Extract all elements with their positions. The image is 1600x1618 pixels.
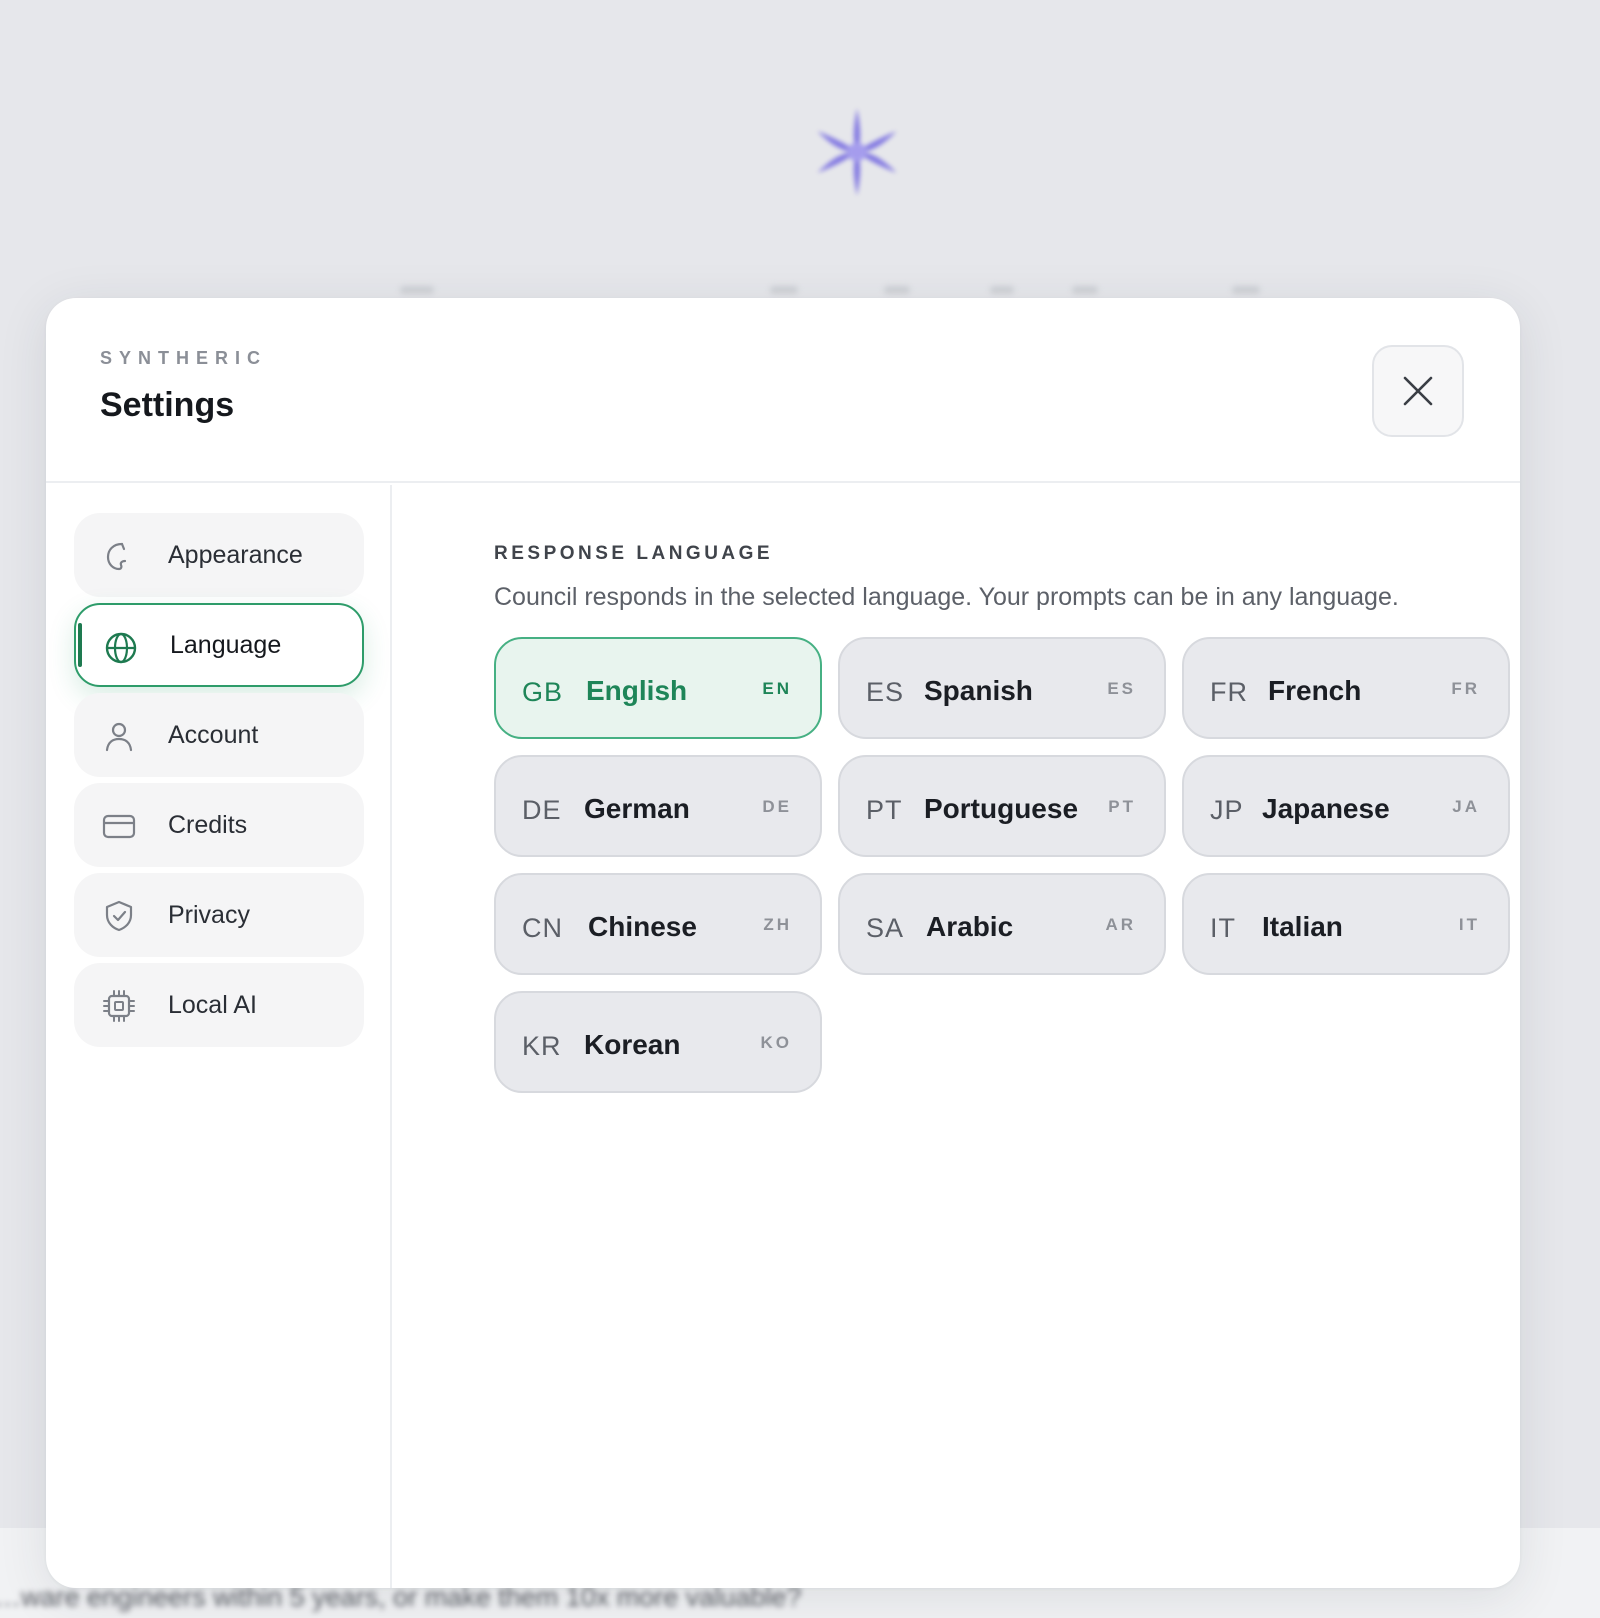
language-name: French <box>1268 675 1362 706</box>
language-option-arabic[interactable]: SA Arabic AR <box>838 873 1166 975</box>
sidebar-item-local-ai[interactable]: Local AI <box>74 963 364 1047</box>
language-option-japanese[interactable]: JP Japanese JA <box>1182 755 1510 857</box>
language-option-german[interactable]: DE German DE <box>494 755 822 857</box>
language-option-korean[interactable]: KR Korean KO <box>494 991 822 1093</box>
language-name: Italian <box>1262 911 1343 942</box>
shield-check-icon <box>105 900 133 932</box>
sidebar-item-appearance[interactable]: Appearance <box>74 513 364 597</box>
flag-label: PT <box>866 795 903 825</box>
close-button[interactable] <box>1372 345 1464 437</box>
language-code: IT <box>1458 915 1480 934</box>
sidebar-item-label: Privacy <box>168 900 250 929</box>
flag-label: KR <box>522 1031 562 1061</box>
flag-label: JP <box>1210 795 1244 825</box>
flag-label: CN <box>522 913 563 943</box>
section-description: Council responds in the selected languag… <box>494 583 1399 611</box>
language-option-chinese[interactable]: CN Chinese ZH <box>494 873 822 975</box>
sidebar-item-language[interactable]: Language <box>74 603 364 687</box>
brand-label: SYNTHERIC <box>100 348 268 368</box>
sidebar-item-label: Credits <box>168 810 248 839</box>
background-placeholder-row <box>0 286 1600 294</box>
language-name: German <box>584 793 690 824</box>
language-name: Arabic <box>926 911 1014 942</box>
flag-label: SA <box>866 913 905 943</box>
modal-title: Settings <box>100 386 235 424</box>
language-option-english[interactable]: GB English EN <box>494 637 822 739</box>
modal-header: SYNTHERIC Settings <box>46 298 1520 483</box>
language-name: Korean <box>584 1029 681 1060</box>
language-code: FR <box>1451 679 1480 698</box>
globe-icon <box>105 632 137 664</box>
language-option-spanish[interactable]: ES Spanish ES <box>838 637 1166 739</box>
language-code: AR <box>1105 915 1136 934</box>
sidebar-item-label: Appearance <box>168 540 303 569</box>
language-settings-panel: RESPONSE LANGUAGE Council responds in th… <box>394 485 1520 1588</box>
flag-label: ES <box>866 677 905 707</box>
language-code: KO <box>760 1033 792 1052</box>
language-code: EN <box>762 679 792 698</box>
close-icon <box>1403 376 1433 406</box>
sidebar-item-privacy[interactable]: Privacy <box>74 873 364 957</box>
credit-card-icon <box>102 814 136 839</box>
language-name: Chinese <box>588 911 697 942</box>
flag-label: GB <box>522 677 564 707</box>
language-code: ES <box>1107 679 1136 698</box>
flag-label: DE <box>522 795 562 825</box>
language-option-portuguese[interactable]: PT Portuguese PT <box>838 755 1166 857</box>
language-name: Spanish <box>924 675 1033 706</box>
flag-label: FR <box>1210 677 1248 707</box>
settings-modal: SYNTHERIC Settings Appearance Language A… <box>46 298 1520 1588</box>
sidebar-item-label: Language <box>170 630 282 659</box>
language-name: Portuguese <box>924 793 1079 824</box>
app-logo-icon <box>817 108 897 196</box>
section-title: RESPONSE LANGUAGE <box>494 543 774 564</box>
settings-sidebar: Appearance Language Account Credits Priv… <box>46 485 392 1588</box>
language-option-french[interactable]: FR French FR <box>1182 637 1510 739</box>
language-name: Japanese <box>1262 793 1390 824</box>
sidebar-item-label: Local AI <box>168 990 257 1019</box>
sidebar-item-credits[interactable]: Credits <box>74 783 364 867</box>
language-code: ZH <box>763 915 792 934</box>
language-code: JA <box>1452 797 1480 816</box>
sidebar-item-account[interactable]: Account <box>74 693 364 777</box>
sidebar-item-label: Account <box>168 720 259 749</box>
language-code: DE <box>762 797 792 816</box>
language-option-italian[interactable]: IT Italian IT <box>1182 873 1510 975</box>
language-name: English <box>586 675 688 706</box>
language-code: PT <box>1108 797 1136 816</box>
chip-icon <box>103 990 135 1022</box>
flag-label: IT <box>1210 913 1236 943</box>
palette-icon <box>106 542 127 571</box>
user-icon <box>105 722 133 752</box>
